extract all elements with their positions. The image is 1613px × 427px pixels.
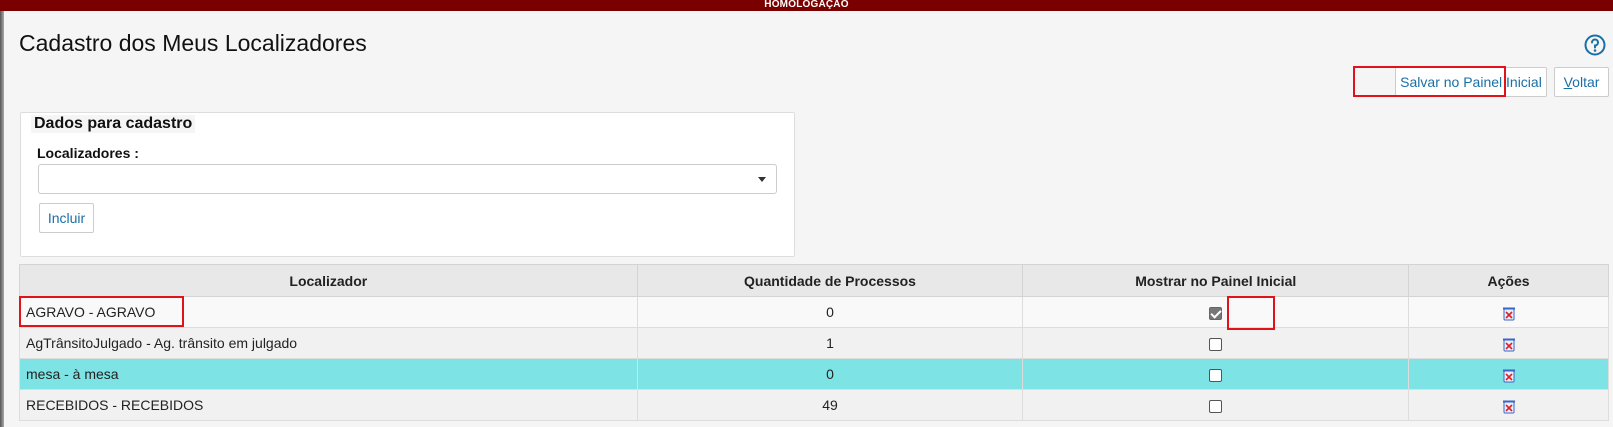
trash-icon[interactable] <box>1501 398 1517 414</box>
chevron-down-icon <box>758 177 766 182</box>
localizador-cell: AgTrânsitoJulgado - Ag. trânsito em julg… <box>19 327 638 359</box>
annotation-highlight <box>19 296 184 327</box>
table-row: RECEBIDOS - RECEBIDOS 49 <box>19 389 1609 421</box>
trash-icon[interactable] <box>1501 367 1517 383</box>
show-on-panel-checkbox[interactable] <box>1209 368 1223 382</box>
actions-cell <box>1408 358 1609 390</box>
mostrar-cell <box>1022 389 1410 421</box>
environment-banner: HOMOLOGAÇÃO <box>0 0 1613 11</box>
trash-icon[interactable] <box>1501 305 1517 321</box>
back-accesskey: V <box>1563 74 1573 90</box>
localizadores-table: Localizador Quantidade de Processos Most… <box>19 264 1609 421</box>
table-row: AGRAVO - AGRAVO 0 <box>19 296 1609 328</box>
localizador-cell: RECEBIDOS - RECEBIDOS <box>19 389 638 421</box>
page-title: Cadastro dos Meus Localizadores <box>19 30 367 56</box>
localizador-cell: mesa - à mesa <box>19 358 638 390</box>
table-header-row: Localizador Quantidade de Processos Most… <box>19 264 1609 297</box>
left-edge <box>0 11 4 427</box>
actions-cell <box>1408 296 1609 328</box>
actions-cell <box>1408 389 1609 421</box>
help-circle-icon[interactable] <box>1584 34 1606 56</box>
table-row: AgTrânsitoJulgado - Ag. trânsito em julg… <box>19 327 1609 359</box>
mostrar-cell <box>1022 296 1410 328</box>
localizadores-label: Localizadores : <box>37 145 139 161</box>
show-on-panel-checkbox[interactable] <box>1209 306 1223 320</box>
quantidade-cell: 1 <box>636 327 1024 359</box>
annotation-highlight <box>1227 296 1275 330</box>
annotation-highlight <box>1353 66 1506 97</box>
col-header-acoes: Ações <box>1408 264 1609 297</box>
col-header-quantidade[interactable]: Quantidade de Processos <box>636 264 1024 297</box>
table-row-highlighted: mesa - à mesa 0 <box>19 358 1609 390</box>
localizadores-select[interactable] <box>38 164 777 194</box>
mostrar-cell <box>1022 358 1410 390</box>
quantidade-cell: 0 <box>636 296 1024 328</box>
quantidade-cell: 49 <box>636 389 1024 421</box>
back-button[interactable]: Voltar <box>1554 67 1609 97</box>
mostrar-cell <box>1022 327 1410 359</box>
actions-cell <box>1408 327 1609 359</box>
show-on-panel-checkbox[interactable] <box>1209 399 1223 413</box>
col-header-mostrar[interactable]: Mostrar no Painel Inicial <box>1022 264 1410 297</box>
back-label-rest: oltar <box>1572 74 1600 90</box>
trash-icon[interactable] <box>1501 336 1517 352</box>
show-on-panel-checkbox[interactable] <box>1209 337 1223 351</box>
fieldset-legend: Dados para cadastro <box>31 115 196 133</box>
col-header-localizador[interactable]: Localizador <box>19 264 638 297</box>
include-button[interactable]: Incluir <box>39 203 94 233</box>
quantidade-cell: 0 <box>636 358 1024 390</box>
